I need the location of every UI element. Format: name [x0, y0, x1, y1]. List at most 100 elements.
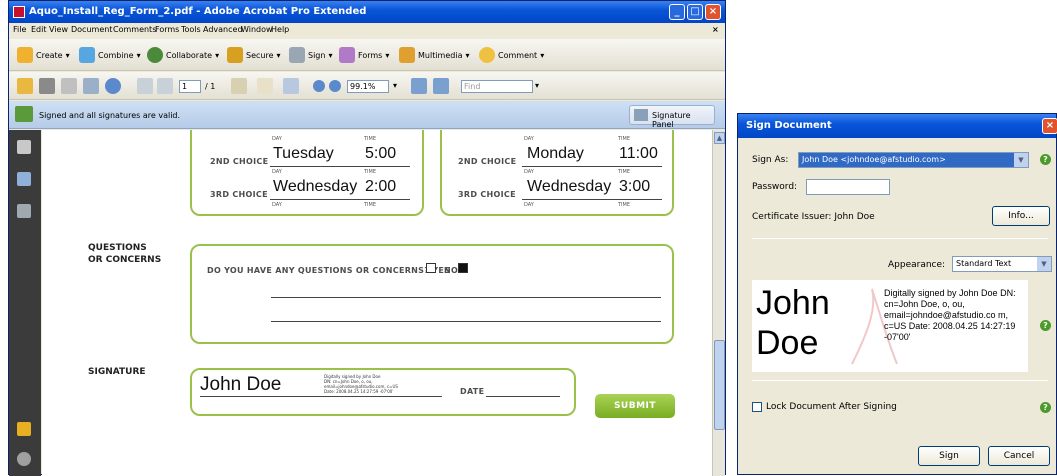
submit-button[interactable]: SUBMIT: [595, 394, 675, 418]
menu-tools[interactable]: Tools: [181, 25, 201, 34]
sign-button[interactable]: Sign ▾: [289, 47, 332, 63]
right-choices-box: [440, 130, 674, 216]
create-button[interactable]: Create ▾: [17, 47, 70, 63]
comment-button[interactable]: Comment ▾: [479, 47, 544, 63]
comment-line: [271, 321, 661, 322]
lock-document-label: Lock Document After Signing: [766, 402, 897, 412]
password-label: Password:: [752, 182, 798, 192]
save-icon[interactable]: [61, 78, 77, 94]
comments-panel-icon[interactable]: [17, 422, 31, 436]
help-icon[interactable]: ?: [1040, 320, 1051, 331]
combine-button[interactable]: Combine ▾: [79, 47, 141, 63]
help-icon[interactable]: ?: [1040, 154, 1051, 165]
find-input[interactable]: Find: [461, 80, 533, 93]
left-third-day[interactable]: Wednesday: [273, 178, 357, 196]
time-label: TIME: [364, 136, 377, 142]
help-icon[interactable]: ?: [1040, 402, 1051, 413]
yes-checkbox[interactable]: [426, 263, 436, 273]
questions-heading-line-2: OR CONCERNS: [88, 255, 162, 265]
dialog-close-button[interactable]: ×: [1042, 118, 1057, 134]
hand-tool-icon[interactable]: [257, 78, 273, 94]
print-icon[interactable]: [39, 78, 55, 94]
document-close-icon[interactable]: ×: [712, 25, 719, 34]
right-second-day[interactable]: Monday: [527, 145, 584, 163]
marquee-zoom-icon[interactable]: [283, 78, 299, 94]
zoom-out-icon[interactable]: [313, 80, 325, 92]
title-bar: Aquo_Install_Reg_Form_2.pdf - Adobe Acro…: [9, 1, 725, 23]
menu-forms[interactable]: Forms: [155, 25, 179, 34]
chevron-down-icon[interactable]: ▼: [1037, 257, 1051, 271]
menu-document[interactable]: Document: [71, 25, 112, 34]
preview-details: Digitally signed by John Doe DN: cn=John…: [884, 288, 1016, 342]
pages-panel-icon[interactable]: [17, 140, 31, 154]
questions-prompt: DO YOU HAVE ANY QUESTIONS OR CONCERNS? Y…: [207, 266, 451, 275]
scroll-thumb[interactable]: [714, 340, 725, 430]
forms-icon: [339, 47, 355, 63]
chevron-down-icon[interactable]: ▼: [1014, 153, 1028, 167]
preview-name-line-2: Doe: [756, 324, 819, 362]
menu-window[interactable]: Window: [241, 25, 273, 34]
close-button[interactable]: ×: [705, 4, 721, 20]
scroll-up-icon[interactable]: ▲: [714, 132, 725, 144]
select-tool-icon[interactable]: [231, 78, 247, 94]
signature-preview: John Doe Digitally signed by John Doe DN…: [752, 280, 1028, 372]
pdf-app-icon: [13, 6, 25, 18]
open-folder-icon[interactable]: [17, 78, 33, 94]
multimedia-button[interactable]: Multimedia ▾: [399, 47, 470, 63]
appearance-select[interactable]: Standard Text ▼: [952, 256, 1052, 272]
globe-icon[interactable]: [105, 78, 121, 94]
signatures-panel-icon[interactable]: [17, 204, 31, 218]
fit-page-icon[interactable]: [411, 78, 427, 94]
right-third-day[interactable]: Wednesday: [527, 178, 611, 196]
pen-icon: [289, 47, 305, 63]
time-label: TIME: [618, 202, 631, 208]
fit-width-icon[interactable]: [433, 78, 449, 94]
next-page-icon[interactable]: [157, 78, 173, 94]
signature-valid-icon: [15, 106, 33, 122]
info-button[interactable]: Info...: [992, 206, 1050, 226]
page-number-input[interactable]: 1: [179, 80, 201, 93]
lock-document-checkbox[interactable]: [752, 402, 762, 412]
cancel-button[interactable]: Cancel: [988, 446, 1050, 466]
divider: [752, 380, 1048, 381]
menu-file[interactable]: File: [13, 25, 26, 34]
pdf-document-view: DAY TIME 2ND CHOICE Tuesday 5:00 DAY TIM…: [42, 130, 712, 476]
previous-page-icon[interactable]: [137, 78, 153, 94]
left-third-time[interactable]: 2:00: [365, 178, 396, 196]
attachments-panel-icon[interactable]: [17, 172, 31, 186]
menu-help[interactable]: Help: [271, 25, 289, 34]
comment-icon: [479, 47, 495, 63]
vertical-scrollbar[interactable]: ▲: [712, 130, 725, 476]
no-checkbox[interactable]: [458, 263, 468, 273]
minimize-button[interactable]: _: [669, 4, 685, 20]
day-label: DAY: [272, 169, 282, 175]
right-second-time[interactable]: 11:00: [619, 145, 658, 163]
password-input[interactable]: [806, 179, 890, 195]
signature-panel-button[interactable]: Signature Panel: [629, 105, 715, 129]
find-dropdown-icon[interactable]: ▾: [535, 81, 539, 90]
date-label: DATE: [460, 387, 485, 396]
secure-button[interactable]: Secure ▾: [227, 47, 281, 63]
email-icon[interactable]: [83, 78, 99, 94]
underline: [522, 199, 662, 200]
forms-button[interactable]: Forms ▾: [339, 47, 389, 63]
sign-as-value: John Doe <johndoe@afstudio.com>: [802, 155, 946, 164]
zoom-level-input[interactable]: 99.1%: [347, 80, 389, 93]
left-second-time[interactable]: 5:00: [365, 145, 396, 163]
menu-view[interactable]: View: [49, 25, 68, 34]
zoom-in-icon[interactable]: [329, 80, 341, 92]
questions-box: [190, 244, 674, 344]
right-third-time[interactable]: 3:00: [619, 178, 650, 196]
attachment-clip-icon[interactable]: [17, 452, 31, 466]
maximize-button[interactable]: □: [687, 4, 703, 20]
sign-as-select[interactable]: John Doe <johndoe@afstudio.com> ▼: [798, 152, 1029, 168]
zoom-dropdown-icon[interactable]: ▾: [393, 81, 397, 90]
left-second-day[interactable]: Tuesday: [273, 145, 334, 163]
collaborate-button[interactable]: Collaborate ▾: [147, 47, 219, 63]
certificate-issuer: Certificate Issuer: John Doe: [752, 212, 875, 222]
navigation-sidebar: [9, 130, 41, 476]
menu-advanced[interactable]: Advanced: [203, 25, 243, 34]
sign-button[interactable]: Sign: [918, 446, 980, 466]
menu-comments[interactable]: Comments: [113, 25, 156, 34]
menu-edit[interactable]: Edit: [31, 25, 47, 34]
